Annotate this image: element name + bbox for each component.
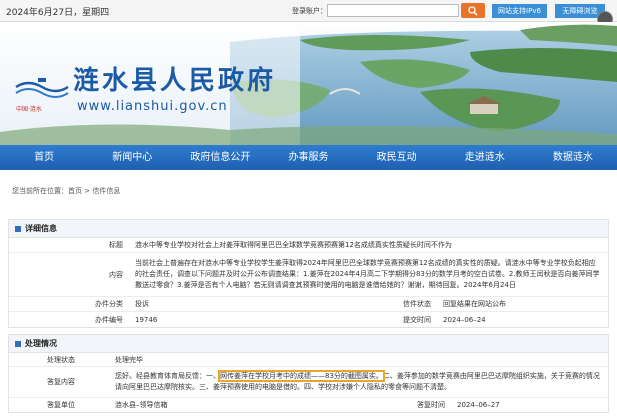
unit-label: 答复单位: [47, 401, 75, 409]
state-label: 处理状态: [47, 355, 75, 364]
content-label: 内容: [109, 270, 123, 279]
title-row: 标题 涟水中等专业学校对社会上对姜萍取得阿里巴巴全球数学竞赛预赛第12名成绩真实…: [9, 238, 608, 253]
main-nav: 首页 新闻中心 政府信息公开 办事服务 政民互动 走进涟水 数据涟水: [0, 145, 617, 170]
unit-row: 答复单位 涟水县–领导信箱 答复时间 2024–06–27: [9, 398, 608, 412]
search-input[interactable]: [327, 4, 459, 17]
site-slogan: 中国·涟水: [16, 106, 42, 113]
submit-time-value: 2024–06–24: [443, 315, 486, 324]
content-row: 内容 当前社会上普遍存在对涟水中等专业学校学生姜萍取得2024年阿里巴巴全球数学…: [9, 253, 608, 297]
section-marker-icon: [15, 340, 21, 347]
reply-value: 您好。经县教育体育局反馈：一、网传姜萍在学校月考中的成绩——83分的截图属实。二…: [81, 370, 608, 393]
nav-gov-info[interactable]: 政府信息公开: [176, 145, 264, 170]
unit-value: 涟水县–领导信箱: [115, 401, 168, 409]
number-label: 办件编号: [95, 315, 123, 324]
handling-heading: 处理情况: [25, 339, 57, 348]
current-date: 2024年6月27日，星期四: [6, 8, 110, 18]
site-url: www.lianshui.gov.cn: [77, 99, 228, 114]
nav-about[interactable]: 走进涟水: [441, 145, 529, 170]
search-icon: [468, 5, 478, 15]
breadcrumb[interactable]: 您当前所在位置：首页 > 信件信息: [12, 186, 120, 196]
category-label: 办件分类: [95, 300, 123, 308]
state-value: 处理完毕: [115, 355, 143, 364]
reply-time-value: 2024–06–27: [457, 401, 500, 409]
detail-panel: 详细信息 标题 涟水中等专业学校对社会上对姜萍取得阿里巴巴全球数学竞赛预赛第12…: [8, 219, 609, 328]
category-row: 办件分类 投诉 信件状态 回复结果在网站公布: [9, 297, 608, 312]
state-row: 处理状态 处理完毕: [9, 353, 608, 367]
category-value: 投诉: [135, 300, 149, 308]
handling-panel-header: 处理情况: [9, 335, 608, 353]
top-bar: 2024年6月27日，星期四 登录账户： 网站支持IPv6 无障碍浏览: [0, 0, 617, 27]
search-button[interactable]: [461, 3, 485, 18]
submit-time-label: 提交时间: [403, 315, 431, 324]
number-value: 19746: [135, 315, 158, 324]
section-marker-icon: [15, 225, 21, 232]
title-label: 标题: [109, 241, 123, 249]
status-value: 回复结果在网站公布: [443, 300, 506, 308]
nav-news[interactable]: 新闻中心: [88, 145, 176, 170]
content-value: 当前社会上普遍存在对涟水中等专业学校学生姜萍取得2024年阿里巴巴全球数学竞赛预…: [135, 259, 600, 289]
nav-home[interactable]: 首页: [0, 145, 88, 170]
logo-emblem-icon: [15, 78, 69, 98]
reply-label: 答复内容: [47, 378, 75, 386]
handling-panel: 处理情况 处理状态 处理完毕 答复内容 您好。经县教育体育局反馈：一、网传姜萍在…: [8, 334, 609, 413]
nav-data[interactable]: 数据涟水: [529, 145, 617, 170]
status-label: 信件状态: [403, 300, 431, 308]
reply-row: 答复内容 您好。经县教育体育局反馈：一、网传姜萍在学校月考中的成绩——83分的截…: [9, 367, 608, 398]
title-value: 涟水中等专业学校对社会上对姜萍取得阿里巴巴全球数学竞赛预赛第12名成绩真实性质疑…: [135, 241, 452, 249]
number-row: 办件编号 19746 提交时间 2024–06–24: [9, 312, 608, 327]
reply-prefix: 您好。经县教育体育局反馈：一、: [115, 372, 220, 380]
ipv6-link[interactable]: 网站支持IPv6: [492, 4, 547, 18]
nav-services[interactable]: 办事服务: [264, 145, 352, 170]
nav-interaction[interactable]: 政民互动: [353, 145, 441, 170]
login-label: 登录账户：: [292, 7, 327, 15]
detail-heading: 详细信息: [25, 224, 57, 233]
reply-highlight: 网传姜萍在学校月考中的成绩——83分的截图属实。: [218, 370, 385, 382]
site-banner: 中国·涟水 涟水县人民政府 www.lianshui.gov.cn: [0, 22, 617, 145]
detail-panel-header: 详细信息: [9, 220, 608, 238]
reply-time-label: 答复时间: [417, 401, 445, 409]
site-title: 涟水县人民政府: [73, 66, 277, 96]
